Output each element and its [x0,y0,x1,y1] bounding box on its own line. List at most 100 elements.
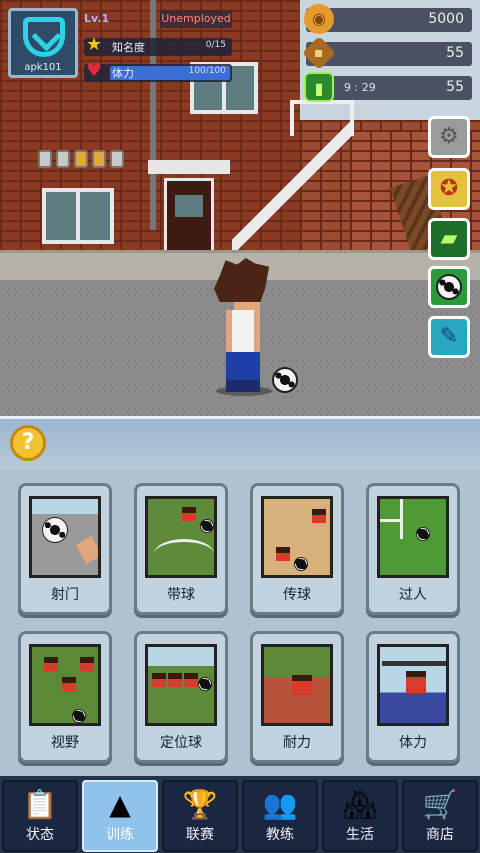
dodging-picture [377,496,449,578]
set-piece-picture [145,644,217,726]
ticket-button[interactable]: ▰ [428,218,470,260]
vision-picture [29,644,101,726]
stair-railing [290,100,354,136]
ticket-icon: ▰ [440,226,458,251]
bottom-nav: 📋 状态 ▲ 训练 🏆 联赛 👥 教练 🏘 生活 🛒 商店 [0,776,480,853]
building-door [164,178,214,258]
soccer-ball[interactable] [272,367,298,393]
shooting-picture [29,496,101,578]
player-figure [62,677,76,691]
player-figure [44,657,58,671]
ball-icon [294,557,308,571]
ball-icon [72,709,86,723]
panel-header: ? [0,419,480,469]
training-card-dodging[interactable]: 过人 [366,483,460,615]
boot-icon: ✎ [439,324,459,349]
tab-label: 联赛 [186,827,214,843]
card-label: 定位球 [160,735,202,751]
shield-icon [23,17,65,57]
gas-meter [56,150,70,168]
tab-coach[interactable]: 👥 教练 [242,780,318,852]
card-label: 视野 [51,735,79,751]
tab-label: 教练 [266,827,294,843]
kicking-leg [75,535,98,565]
ball-icon [200,519,214,533]
player-character[interactable] [212,258,272,398]
clipboard-icon: 📋 [22,788,58,821]
player-figure [152,673,166,687]
gas-meter [38,150,52,168]
passing-picture [261,496,333,578]
fame-bar: ★ 知名度 0/15 [84,34,232,56]
gas-meter [74,150,88,168]
player-figure [184,673,198,687]
gems-value: 55 [446,45,464,61]
drain-pipe [150,0,156,230]
strength-picture [377,644,449,726]
player-hair [214,258,270,302]
player-figure [276,547,290,561]
training-card-shooting[interactable]: 射门 [18,483,112,615]
training-card-vision[interactable]: 视野 [18,631,112,763]
coins-value: 5000 [428,11,464,27]
energy-counter[interactable]: ▮ 9 : 29 55 [304,72,472,102]
dribbling-picture [145,496,217,578]
tab-label: 生活 [346,827,374,843]
fame-value: 0/15 [205,40,226,50]
cart-icon: 🛒 [422,788,458,821]
gems-counter[interactable]: ◆ 55 [302,36,472,70]
profile-tag: apk101 [24,62,62,73]
tab-training[interactable]: ▲ 训练 [82,780,158,852]
training-card-dribbling[interactable]: 带球 [134,483,228,615]
gas-meter [92,150,106,168]
player-figure [80,657,94,671]
card-label: 过人 [399,587,427,603]
tab-label: 训练 [106,827,134,843]
ball-icon [198,677,212,691]
stamina-bar: ♥ 体力 100/100 [84,60,232,82]
training-card-strength[interactable]: 体力 [366,631,460,763]
training-panel: ? 射门 带球 传球 过人 视野 定位球 耐力 体力 [0,416,480,776]
training-card-endurance[interactable]: 耐力 [250,631,344,763]
energy-icon: ▮ [304,72,334,102]
energy-value: 55 [446,79,464,95]
training-card-passing[interactable]: 传球 [250,483,344,615]
ball-icon [42,517,68,543]
door-awning [148,160,230,174]
tab-life[interactable]: 🏘 生活 [322,780,398,852]
settings-button[interactable]: ⚙ [428,116,470,158]
star-icon: ★ [86,34,103,55]
fame-label: 知名度 [112,41,145,54]
dribble-path [154,539,214,569]
player-figure [182,507,196,521]
medal-icon: ✪ [439,176,459,201]
boot-button[interactable]: ✎ [428,316,470,358]
field-line [380,519,402,522]
card-label: 带球 [167,587,195,603]
tab-shop[interactable]: 🛒 商店 [402,780,478,852]
lower-window [42,188,114,244]
soccer-ball-icon [436,274,462,300]
match-button[interactable] [428,266,470,308]
medal-button[interactable]: ✪ [428,168,470,210]
level-label: Lv.1 [84,12,110,25]
card-label: 射门 [51,587,79,603]
coins-counter[interactable]: ◉ 5000 [304,4,472,34]
profile-emblem[interactable]: apk101 [8,8,78,78]
gear-icon: ⚙ [439,124,459,149]
endurance-picture [261,644,333,726]
city-icon: 🏘 [342,788,378,821]
tab-label: 状态 [26,827,54,843]
heart-icon: ♥ [86,60,103,81]
player-shorts [226,350,260,380]
tab-status[interactable]: 📋 状态 [2,780,78,852]
tab-league[interactable]: 🏆 联赛 [162,780,238,852]
training-card-set-piece[interactable]: 定位球 [134,631,228,763]
help-button[interactable]: ? [10,425,46,461]
stamina-value: 100/100 [188,66,226,76]
card-label: 耐力 [283,735,311,751]
runner-figure [292,675,312,695]
coaches-icon: 👥 [262,788,298,821]
cones-icon: ▲ [109,788,131,821]
player-legs [226,378,260,392]
